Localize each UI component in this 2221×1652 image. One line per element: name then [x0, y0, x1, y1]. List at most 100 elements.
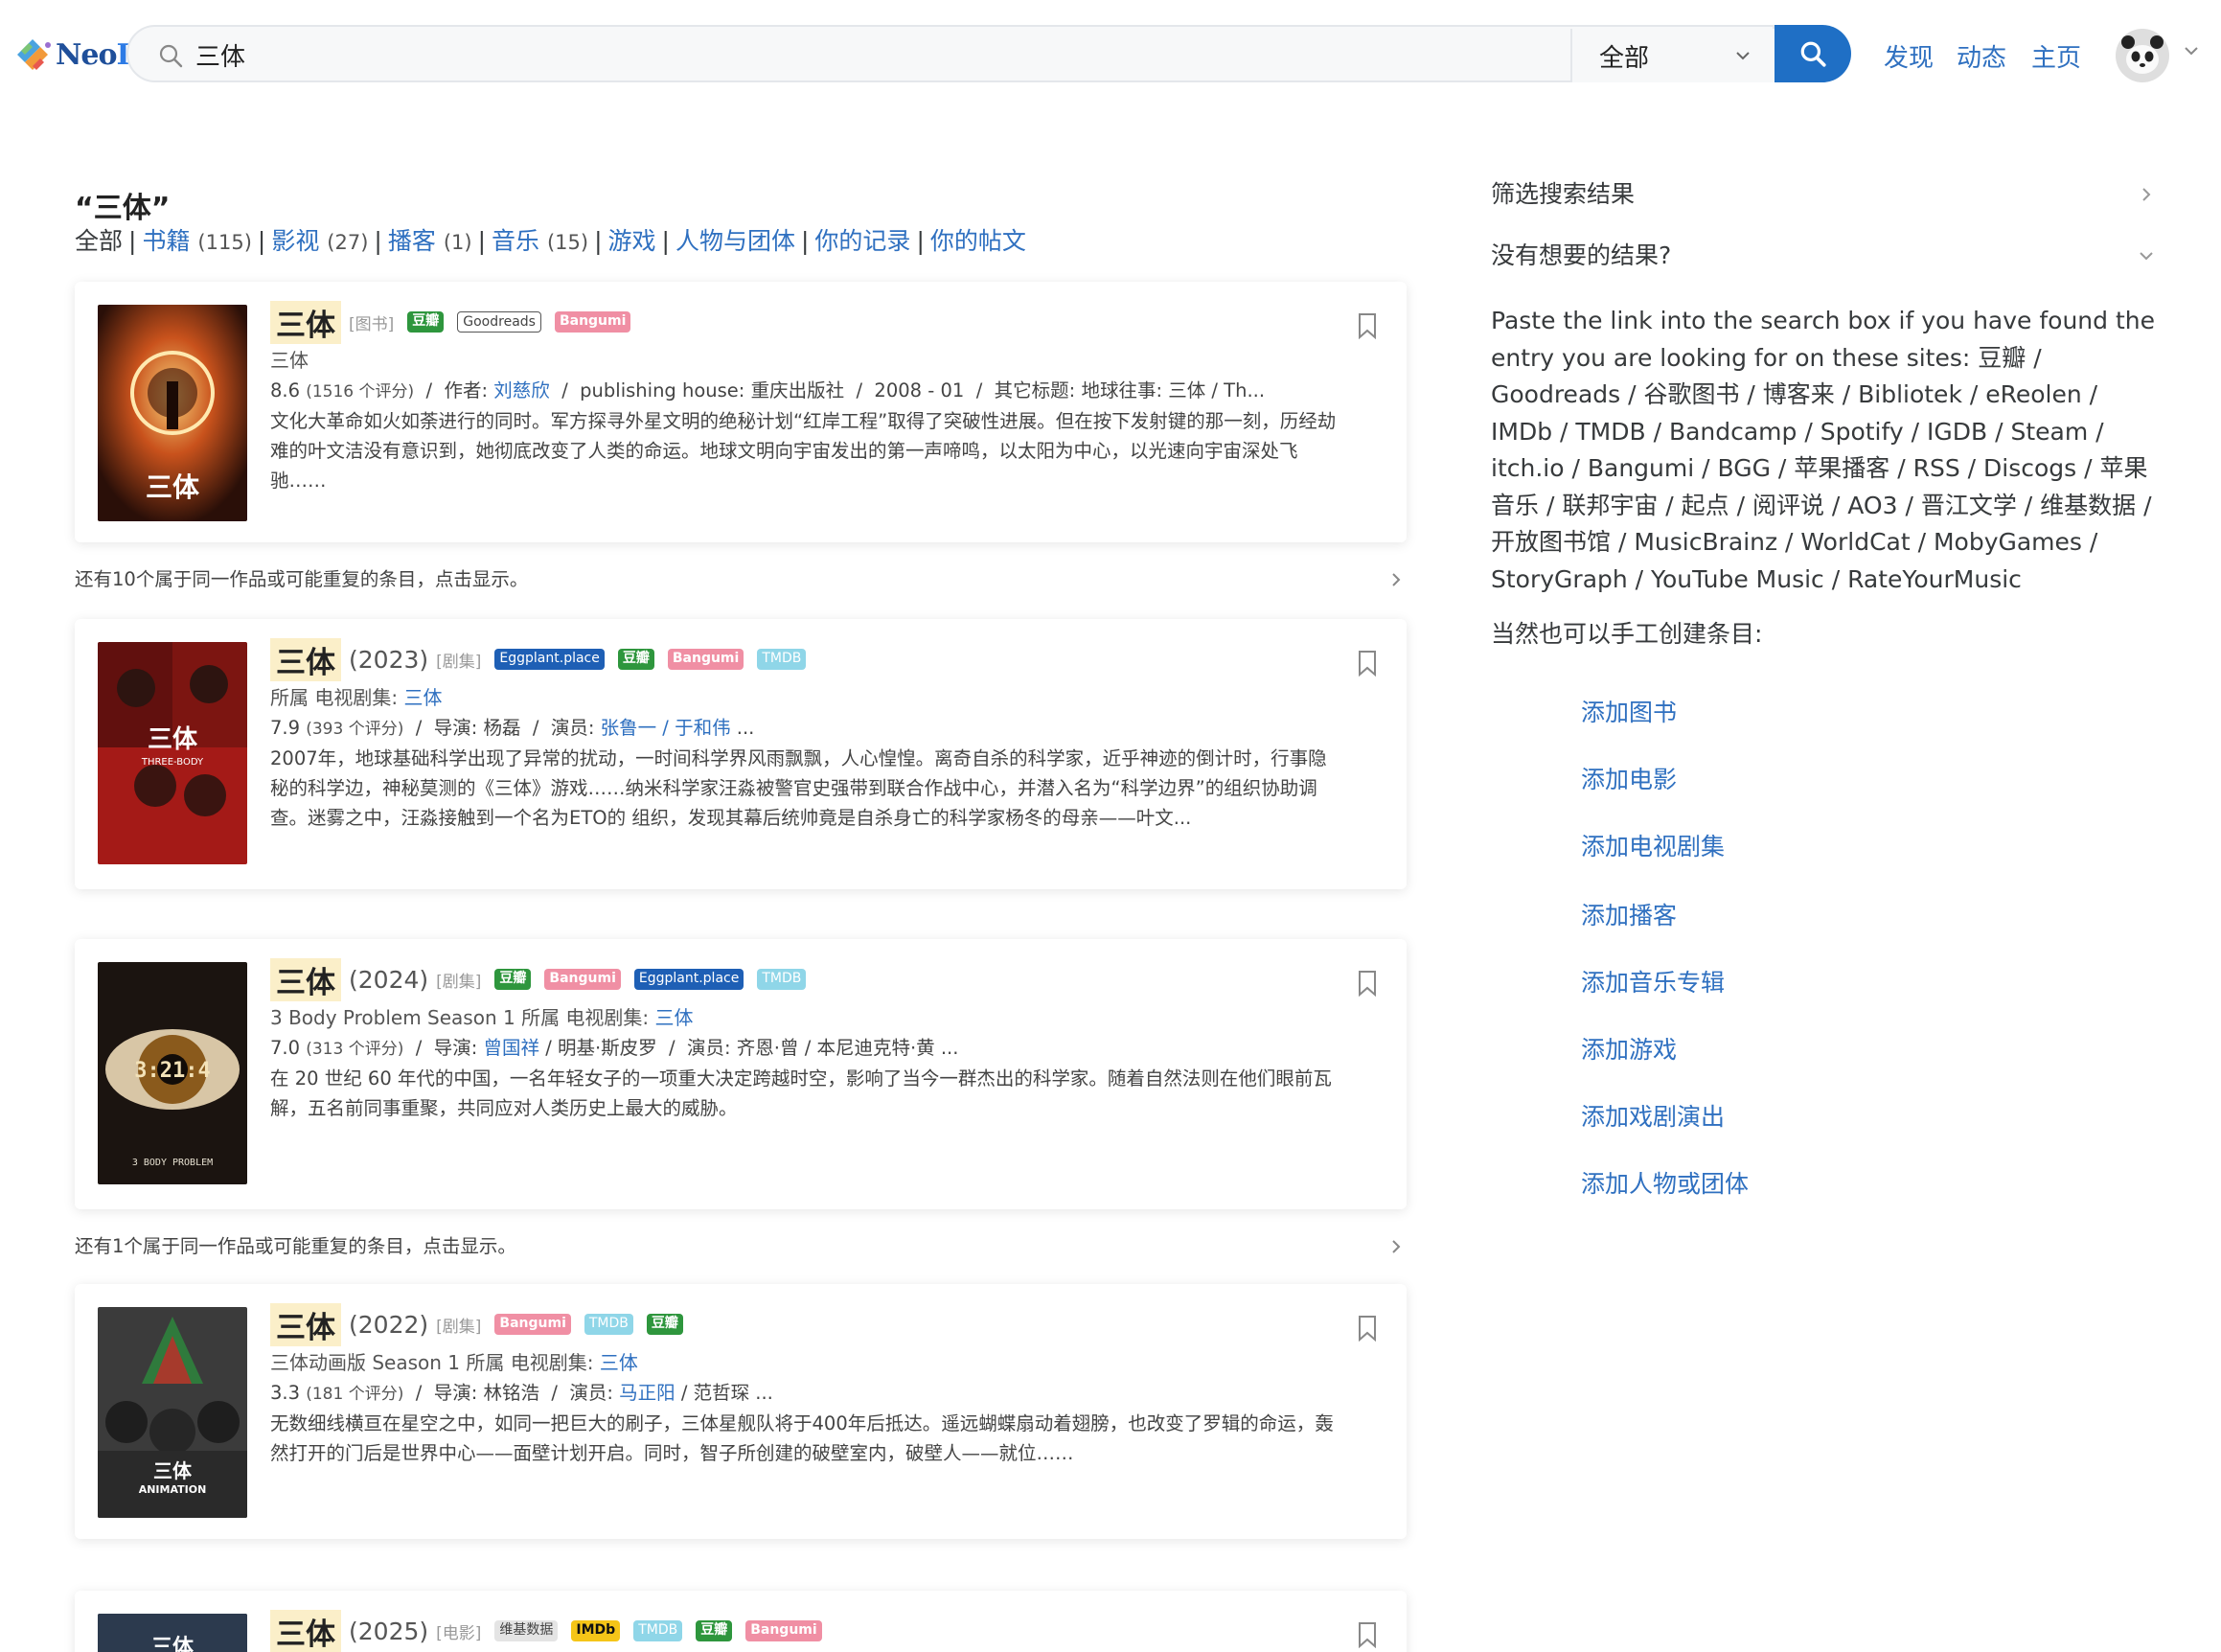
- source-badge-imdb[interactable]: IMDb: [571, 1620, 621, 1641]
- source-badge-eggplant[interactable]: Eggplant.place: [633, 969, 744, 990]
- add-podcast-link[interactable]: 添加播客: [1581, 897, 1677, 931]
- top-header: NeoDB 全部 发现 动态 主页: [0, 0, 2221, 113]
- source-badge-bangumi[interactable]: Bangumi: [667, 649, 744, 670]
- category-people[interactable]: 人物与团体: [675, 227, 795, 255]
- source-badge-douban[interactable]: 豆瓣: [617, 649, 654, 670]
- result-year: (2024): [349, 965, 429, 994]
- category-music[interactable]: 音乐: [492, 227, 539, 255]
- add-performance-link[interactable]: 添加戏剧演出: [1581, 1098, 1725, 1133]
- category-all[interactable]: 全部: [75, 227, 123, 255]
- result-card[interactable]: 三体 ANIMATION 三体 (2022) [剧集] Bangumi TMDB…: [75, 1284, 1407, 1539]
- result-card[interactable]: 三体 THREE-BODY 三体 (2023) [剧集] Eggplant.pl…: [75, 619, 1407, 889]
- source-badge-bangumi[interactable]: Bangumi: [554, 311, 631, 333]
- rating: 3.3: [270, 1382, 301, 1404]
- bookmark-icon[interactable]: [1357, 312, 1378, 339]
- search-button[interactable]: [1775, 25, 1851, 82]
- nav-activity[interactable]: 动态: [1957, 38, 2006, 74]
- source-badge-tmdb[interactable]: TMDB: [633, 1620, 683, 1641]
- director-link[interactable]: 曾国祥: [483, 1037, 539, 1059]
- search-scope-select[interactable]: 全部: [1570, 29, 1775, 82]
- bookmark-icon[interactable]: [1357, 1315, 1378, 1342]
- result-year: (2023): [349, 645, 429, 674]
- manual-create-label: 当然也可以手工创建条目:: [1491, 620, 1763, 648]
- bookmark-icon[interactable]: [1357, 1621, 1378, 1648]
- result-title[interactable]: 三体: [270, 1302, 341, 1346]
- duplicate-note-text: 还有10个属于同一作品或可能重复的条目，点击显示。: [75, 568, 529, 590]
- result-description: 2007年，地球基础科学出现了异常的扰动，一时间科学界风雨飘飘，人心惶惶。离奇自…: [270, 747, 1327, 829]
- duplicate-note[interactable]: 还有1个属于同一作品或可能重复的条目，点击显示。: [75, 1232, 1407, 1261]
- source-badge-bangumi[interactable]: Bangumi: [544, 969, 621, 990]
- category-podcast[interactable]: 播客: [388, 227, 436, 255]
- avatar[interactable]: [2116, 29, 2169, 82]
- cover-subtitle: THREE-BODY: [141, 757, 204, 768]
- add-people-link[interactable]: 添加人物或团体: [1581, 1165, 1749, 1200]
- add-tv-link[interactable]: 添加电视剧集: [1581, 828, 1725, 862]
- source-badge-goodreads[interactable]: Goodreads: [457, 311, 541, 333]
- category-games[interactable]: 游戏: [608, 227, 656, 255]
- source-badge-douban[interactable]: 豆瓣: [646, 1314, 683, 1335]
- source-badge-douban[interactable]: 豆瓣: [696, 1620, 733, 1641]
- result-meta: 7.0 (313 个评分) / 导演: 曾国祥 / 明基·斯皮罗 / 演员: 齐…: [270, 1033, 1343, 1064]
- bookmark-icon[interactable]: [1357, 650, 1378, 677]
- source-badge-tmdb[interactable]: TMDB: [757, 649, 807, 670]
- chevron-right-icon: [1392, 1240, 1401, 1253]
- cover-image[interactable]: 3:21:4 3 BODY PROBLEM: [98, 962, 247, 1184]
- result-meta: 7.9 (393 个评分) / 导演: 杨磊 / 演员: 张鲁一 / 于和伟 .…: [270, 713, 1343, 744]
- parent-series-link[interactable]: 三体: [403, 686, 442, 709]
- search-icon: [1800, 41, 1826, 67]
- cover-image[interactable]: 三体 THREE-BODY: [98, 642, 247, 864]
- add-movie-link[interactable]: 添加电影: [1581, 761, 1677, 795]
- nav-home[interactable]: 主页: [2031, 38, 2081, 74]
- no-result-toggle[interactable]: 没有想要的结果?: [1491, 234, 2162, 295]
- duplicate-note[interactable]: 还有10个属于同一作品或可能重复的条目，点击显示。: [75, 565, 1407, 594]
- result-year: (2022): [349, 1310, 429, 1339]
- source-badge-bangumi[interactable]: Bangumi: [745, 1620, 822, 1641]
- source-badge-douban[interactable]: 豆瓣: [407, 311, 445, 333]
- result-card[interactable]: 三体 三体 (2025) [电影] 维基数据 IMDb TMDB 豆瓣 Bang…: [75, 1591, 1407, 1652]
- author-link[interactable]: 刘慈欣: [493, 379, 550, 402]
- category-books[interactable]: 书籍: [142, 227, 190, 255]
- source-badge-bangumi[interactable]: Bangumi: [494, 1314, 571, 1335]
- add-book-link[interactable]: 添加图书: [1581, 694, 1677, 728]
- actor-link[interactable]: 马正阳: [619, 1382, 675, 1404]
- result-title[interactable]: 三体: [270, 957, 341, 1001]
- source-badge-douban[interactable]: 豆瓣: [494, 969, 532, 990]
- search-input[interactable]: [195, 34, 1537, 75]
- supported-sites-text: Paste the link into the search box if yo…: [1491, 307, 2155, 593]
- bookmark-icon[interactable]: [1357, 970, 1378, 997]
- parent-series-link[interactable]: 三体: [600, 1351, 638, 1374]
- chevron-down-icon[interactable]: [2183, 42, 2200, 59]
- actor-link[interactable]: 张鲁一 / 于和伟: [601, 717, 731, 739]
- cover-subtitle: 3 BODY PROBLEM: [132, 1158, 213, 1168]
- search-icon: [159, 44, 183, 68]
- result-title[interactable]: 三体: [270, 1609, 341, 1652]
- result-category: [剧集]: [436, 652, 482, 672]
- category-movie-tv[interactable]: 影视: [271, 227, 319, 255]
- meta-text: / 作者:: [414, 379, 494, 402]
- meta-text: / 明基·斯皮罗 / 演员: 齐恩·曾 / 本尼迪克特·黄 ...: [539, 1037, 959, 1059]
- source-badge-tmdb[interactable]: TMDB: [757, 969, 807, 990]
- result-title[interactable]: 三体: [270, 637, 341, 681]
- filter-results-toggle[interactable]: 筛选搜索结果: [1491, 172, 2162, 234]
- source-badge-wikidata[interactable]: 维基数据: [494, 1620, 559, 1641]
- add-game-link[interactable]: 添加游戏: [1581, 1031, 1677, 1066]
- subtitle-text: 3 Body Problem Season 1 所属 电视剧集:: [270, 1006, 655, 1029]
- parent-series-link[interactable]: 三体: [655, 1006, 694, 1029]
- result-title[interactable]: 三体: [270, 300, 341, 344]
- result-info: 三体 (2024) [剧集] 豆瓣 Bangumi Eggplant.place…: [270, 956, 1343, 1123]
- source-badge-tmdb[interactable]: TMDB: [584, 1314, 633, 1335]
- category-count: (27): [327, 231, 369, 254]
- cover-image[interactable]: 三体 ANIMATION: [98, 1307, 247, 1518]
- add-album-link[interactable]: 添加音乐专辑: [1581, 964, 1725, 998]
- source-badge-eggplant[interactable]: Eggplant.place: [494, 649, 605, 670]
- category-my-posts[interactable]: 你的帖文: [930, 227, 1026, 255]
- result-category: [电影]: [436, 1623, 482, 1643]
- cover-image[interactable]: 三体: [98, 1614, 247, 1652]
- result-info: 三体 (2022) [剧集] Bangumi TMDB 豆瓣 三体动画版 Sea…: [270, 1301, 1343, 1468]
- rating-count: (181 个评分): [306, 1385, 404, 1404]
- nav-discover[interactable]: 发现: [1884, 38, 1934, 74]
- category-my-records[interactable]: 你的记录: [814, 227, 910, 255]
- cover-image[interactable]: 三体: [98, 305, 247, 521]
- result-card[interactable]: 三体 三体 [图书] 豆瓣 Goodreads Bangumi 三体 8.6 (…: [75, 282, 1407, 542]
- result-card[interactable]: 3:21:4 3 BODY PROBLEM 三体 (2024) [剧集] 豆瓣 …: [75, 939, 1407, 1209]
